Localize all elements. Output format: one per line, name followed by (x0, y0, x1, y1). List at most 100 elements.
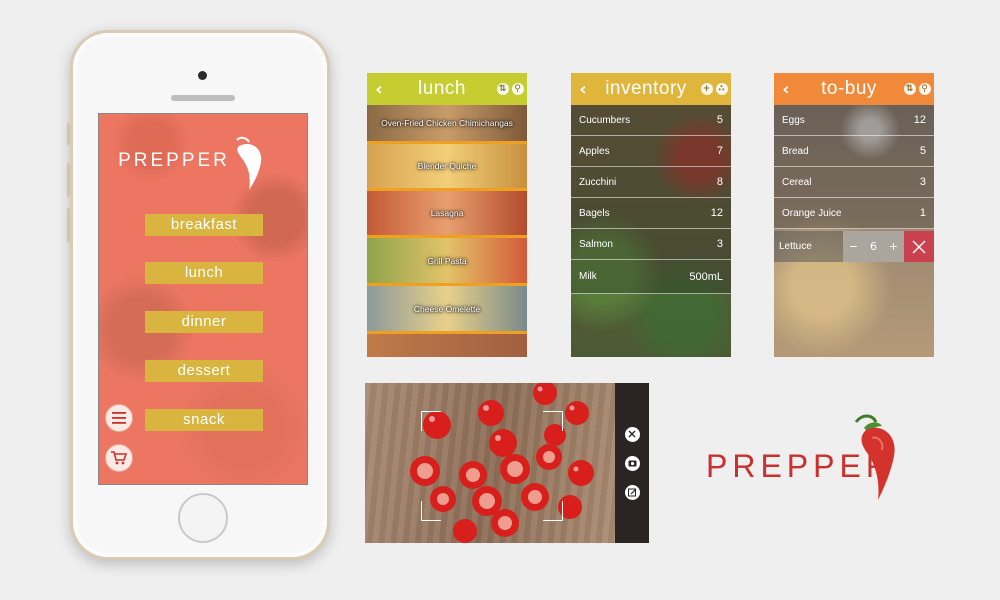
lunch-screen: ‹ lunch ⇅ ⚲ Oven-Fried Chicken Chimichan… (367, 73, 527, 357)
scan-frame-corner (543, 501, 563, 521)
cart-button[interactable] (105, 444, 133, 472)
sort-icon[interactable]: ⇅ (903, 83, 916, 95)
scan-frame-corner (543, 411, 563, 431)
scan-frame-corner (421, 411, 441, 431)
item-qty: 12 (710, 207, 723, 219)
item-qty: 7 (716, 145, 723, 157)
recipe-item[interactable] (367, 331, 527, 357)
earpiece-speaker (171, 95, 235, 101)
item-qty: 5 (716, 114, 723, 126)
item-qty: 3 (716, 238, 723, 250)
scan-frame-corner (421, 501, 441, 521)
to-buy-row[interactable]: Eggs 12 (774, 105, 934, 136)
phone-mockup: PREPPER breakfast lunch dinner dessert s… (67, 30, 330, 560)
inventory-title: inventory (605, 78, 687, 99)
item-name: Milk (579, 271, 597, 282)
snack-button[interactable]: snack (145, 409, 263, 431)
sort-icon[interactable]: ⇅ (496, 83, 509, 95)
edit-button[interactable] (624, 484, 640, 500)
delete-button[interactable] (904, 231, 934, 262)
camera-toolbar (615, 383, 649, 543)
home-screen: PREPPER breakfast lunch dinner dessert s… (98, 113, 308, 485)
item-name: Cucumbers (579, 114, 631, 126)
increment-button[interactable]: + (889, 240, 898, 253)
search-icon[interactable]: ⚲ (918, 83, 931, 95)
volume-up-button (67, 163, 70, 197)
cart-icon (111, 451, 127, 465)
item-name: Bread (782, 145, 809, 157)
recipe-item[interactable]: Oven-Fried Chicken Chimichangas (367, 105, 527, 141)
item-name: Zucchini (579, 176, 617, 188)
recipe-name: Cheese Omelette (413, 303, 481, 314)
add-icon[interactable]: + (700, 83, 713, 95)
close-icon (628, 430, 636, 438)
mute-switch (67, 123, 70, 145)
to-buy-edit-row: Lettuce − 6 + (774, 231, 934, 262)
back-arrow-icon[interactable]: ‹ (367, 79, 391, 100)
lunch-header: ‹ lunch ⇅ ⚲ (367, 73, 527, 105)
tomatoes-photo (410, 383, 594, 543)
to-buy-row[interactable]: Orange Juice 1 (774, 198, 934, 229)
pepper-logo-icon (236, 136, 262, 190)
inventory-row[interactable]: Zucchini 8 (571, 167, 731, 198)
back-arrow-icon[interactable]: ‹ (571, 79, 595, 100)
recipe-item[interactable]: Lasagna (367, 188, 527, 235)
lunch-button[interactable]: lunch (145, 262, 263, 284)
recipe-name: Oven-Fried Chicken Chimichangas (381, 118, 513, 128)
recipe-name: Lasagna (430, 208, 464, 218)
item-name: Apples (579, 145, 610, 157)
recipe-item[interactable]: Grill Pasta (367, 235, 527, 283)
inventory-row[interactable]: Salmon 3 (571, 229, 731, 260)
inventory-header: ‹ inventory + ∴ (571, 73, 731, 105)
pepper-logo-icon (854, 414, 895, 500)
front-camera (198, 71, 207, 80)
menu-button[interactable] (105, 404, 133, 432)
filter-icon[interactable]: ∴ (715, 83, 728, 95)
item-qty: 12 (913, 114, 926, 126)
inventory-screen: ‹ inventory + ∴ Cucumbers 5 Apples 7 Zucch… (571, 73, 731, 357)
breakfast-button[interactable]: breakfast (145, 214, 263, 236)
menu-icon (112, 412, 126, 424)
to-buy-row[interactable]: Cereal 3 (774, 167, 934, 198)
inventory-row[interactable]: Apples 7 (571, 136, 731, 167)
camera-icon (628, 460, 636, 467)
item-qty: 8 (716, 176, 723, 188)
item-name: Cereal (782, 176, 812, 188)
quantity-value: 6 (869, 240, 877, 253)
inventory-row[interactable]: Cucumbers 5 (571, 105, 731, 136)
recipe-name: Grill Pasta (427, 255, 467, 266)
edit-icon (627, 488, 636, 496)
volume-down-button (67, 208, 70, 242)
item-qty: 1 (919, 207, 926, 219)
close-icon (912, 240, 926, 253)
item-name: Salmon (579, 238, 613, 250)
inventory-row[interactable]: Milk 500mL (571, 260, 731, 294)
item-name: Orange Juice (782, 207, 842, 219)
decrement-button[interactable]: − (849, 240, 858, 253)
search-icon[interactable]: ⚲ (511, 83, 524, 95)
dinner-button[interactable]: dinner (145, 311, 263, 333)
item-name: Bagels (579, 207, 610, 219)
to-buy-screen: ‹ to-buy ⇅ ⚲ Eggs 12 Bread 5 Cereal 3 Orang… (774, 73, 934, 357)
dessert-button[interactable]: dessert (145, 360, 263, 382)
recipe-item[interactable]: Blender Quiche (367, 141, 527, 188)
to-buy-row[interactable]: Bread 5 (774, 136, 934, 167)
inventory-row[interactable]: Bagels 12 (571, 198, 731, 229)
item-qty: 3 (919, 176, 926, 188)
recipe-name: Blender Quiche (417, 161, 477, 171)
camera-scan-screen (365, 383, 649, 543)
back-arrow-icon[interactable]: ‹ (774, 79, 798, 100)
lunch-title: lunch (418, 78, 466, 99)
quantity-stepper: − 6 + (843, 231, 904, 262)
to-buy-header: ‹ to-buy ⇅ ⚲ (774, 73, 934, 105)
capture-button[interactable] (624, 455, 640, 471)
recipe-item[interactable]: Cheese Omelette (367, 283, 527, 331)
item-name: Lettuce (779, 241, 812, 252)
item-qty: 5 (919, 145, 926, 157)
home-button[interactable] (178, 493, 228, 543)
item-qty: 500mL (689, 270, 723, 283)
item-name: Eggs (782, 114, 805, 126)
to-buy-title: to-buy (821, 78, 877, 99)
app-logo-text: PREPPER (118, 150, 230, 171)
close-camera-button[interactable] (624, 426, 640, 442)
